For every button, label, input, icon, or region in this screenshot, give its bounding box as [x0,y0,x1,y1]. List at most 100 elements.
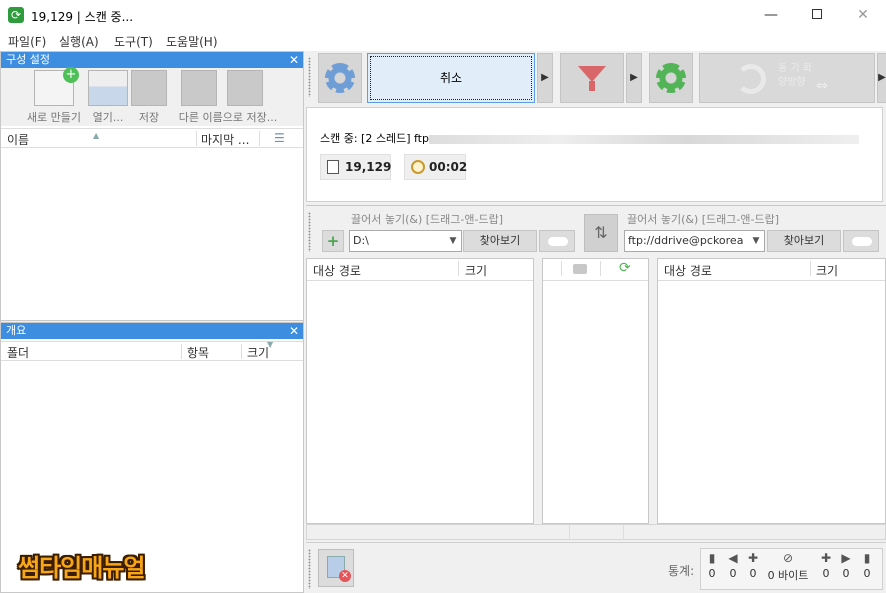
config-panel-title: 구성 설정 [6,53,50,66]
filter-options-arrow[interactable]: ▶ [626,53,642,103]
elapsed-time-chip: 00:02 [404,154,467,180]
menu-file[interactable]: 파일(F) [8,33,46,50]
col-size[interactable]: 크기 [816,262,838,279]
middle-action-grid[interactable]: ⟳ [542,258,649,524]
right-browse-button[interactable]: 찾아보기 [767,230,841,252]
item-count-chip: 19,129 [320,154,391,180]
left-browse-button[interactable]: 찾아보기 [463,230,537,252]
col-name[interactable]: 이름 [7,131,29,148]
open-config-button[interactable]: 열기... [87,70,129,125]
menu-bar: 파일(F) 실행(A) 도구(T) 도움말(H) [0,31,886,51]
toolbar-grip[interactable] [308,57,311,97]
right-path-combo[interactable]: ftp://ddrive@pckorea ▼ [624,230,765,252]
folder-pair-bar: 끌어서 놓기(&) [드래그-앤-드랍] + D:\ ▼ 찾아보기 ⇅ 끌어서 … [306,205,886,257]
chevron-down-icon[interactable]: ▼ [445,231,461,251]
title-bar: ⟳ 19,129 | 스캔 중... — ✕ [0,0,886,31]
col-separator [561,261,562,276]
config-panel-close-button[interactable]: ✕ [289,52,299,68]
menu-run[interactable]: 실행(A) [59,33,99,50]
bottom-status-bar: ✕ 통계: ▮ 0 ◀ 0 ✚ 0 ⊘ 0 바이트 ✚ 0 ▶ 0 ▮ 0 [306,542,886,593]
save-as-config-button[interactable]: 다른 이름으로 저장... [169,70,287,125]
watermark-logo: 썸타임매뉴얼 [18,554,145,582]
swap-sides-button[interactable]: ⇅ [584,214,618,252]
plus-left-icon: ✚ [747,551,759,565]
config-toolbar: + 새로 만들기 열기... 저장 다른 이름으로 저장... [1,67,303,126]
save-disk-icon [131,70,167,106]
menu-tools[interactable]: 도구(T) [114,33,153,50]
refresh-icon[interactable]: ⟳ [619,260,631,276]
minimize-button[interactable]: — [748,0,794,31]
stat-update-left: ◀ 0 [726,551,740,580]
close-button[interactable]: ✕ [840,0,886,31]
save-config-button[interactable]: 저장 [128,70,170,125]
add-folder-pair-button[interactable]: + [322,230,344,252]
overview-panel-close-button[interactable]: ✕ [289,323,299,339]
pair-grip[interactable] [308,212,311,252]
col-folder[interactable]: 폴더 [7,344,29,361]
stats-box: ▮ 0 ◀ 0 ✚ 0 ⊘ 0 바이트 ✚ 0 ▶ 0 ▮ 0 [700,548,883,590]
col-items[interactable]: 항목 [187,344,209,361]
cancel-button[interactable]: 취소 [367,53,535,103]
column-list-icon[interactable]: ☰ [274,131,285,145]
left-panel: 구성 설정 ✕ + 새로 만들기 열기... 저장 다른 이름으로 저장... … [0,51,304,593]
left-path-value: D:\ [353,234,369,247]
chevron-down-icon[interactable]: ▼ [748,231,764,251]
data-transfer-icon: ⊘ [782,551,794,565]
green-gear-icon [656,63,686,93]
sync-settings-button[interactable] [649,53,693,103]
col-separator [241,344,242,359]
compare-options-arrow[interactable]: ▶ [537,53,553,103]
stat-delete-left: ▮ 0 [705,551,719,580]
col-size[interactable]: 크기 [247,344,269,361]
compare-settings-button[interactable] [318,53,362,103]
left-cloud-button[interactable] [539,230,575,252]
scan-status-text: 스캔 중: [2 스레드] ftp [320,132,429,145]
left-drop-label: 끌어서 놓기(&) [드래그-앤-드랍] [351,213,503,226]
two-way-arrow-icon: ⇔ [816,78,828,94]
save-as-icons [169,70,287,106]
camera-icon[interactable] [573,264,587,274]
right-cloud-button[interactable] [843,230,879,252]
scan-status-line: 스캔 중: [2 스레드] ftp [320,130,859,146]
grid-status-strip [306,524,886,540]
col-separator [810,261,811,276]
right-file-grid[interactable]: 대상 경로 크기 [657,258,886,524]
sync-label: 동 기 화 [778,63,812,74]
save-as-batch-icon [227,70,263,106]
col-size[interactable]: 크기 [465,262,487,279]
window-title: 19,129 | 스캔 중... [31,10,134,24]
col-separator [181,344,182,359]
col-target-path[interactable]: 대상 경로 [664,262,712,279]
col-target-path[interactable]: 대상 경로 [313,262,361,279]
view-filter-button[interactable]: ✕ [318,549,354,587]
sort-arrow-icon: ▼ [267,340,274,349]
left-file-grid[interactable]: 대상 경로 크기 [306,258,534,524]
stat-update-right: ▶ 0 [839,551,853,580]
stat-value: 0 [822,567,830,580]
stat-value: 0 [863,567,871,580]
sync-options-arrow[interactable]: ▶ [877,53,886,103]
overview-panel-header: 개요 ✕ [1,323,303,339]
config-list-header: 이름 ▲ 마지막 ... ☰ [1,128,303,148]
filter-button[interactable] [560,53,624,103]
stat-create-left: ✚ 0 [746,551,760,580]
sync-labels: 동 기 화 양방향 [778,62,812,90]
synchronize-button[interactable]: 동 기 화 양방향 ⇔ [699,53,875,103]
save-as-config-label: 다른 이름으로 저장... [178,111,278,124]
col-separator [600,261,601,276]
arrow-right-icon: ▶ [841,551,851,565]
stat-value: 0 [729,567,737,580]
left-path-combo[interactable]: D:\ ▼ [349,230,462,252]
menu-help[interactable]: 도움말(H) [166,33,218,50]
statusbar-grip[interactable] [308,549,311,589]
col-last-sync[interactable]: 마지막 ... [201,131,249,148]
maximize-button[interactable] [794,0,840,31]
maximize-icon [812,9,822,19]
new-config-button[interactable]: + 새로 만들기 [21,67,87,125]
overview-panel-title: 개요 [6,324,27,337]
item-count: 19,129 [345,160,392,174]
right-path-value: ftp://ddrive@pckorea [628,234,744,247]
col-separator [259,131,260,146]
middle-grid-header: ⟳ [543,259,648,281]
right-drop-label: 끌어서 놓기(&) [드래그-앤-드랍] [627,213,779,226]
